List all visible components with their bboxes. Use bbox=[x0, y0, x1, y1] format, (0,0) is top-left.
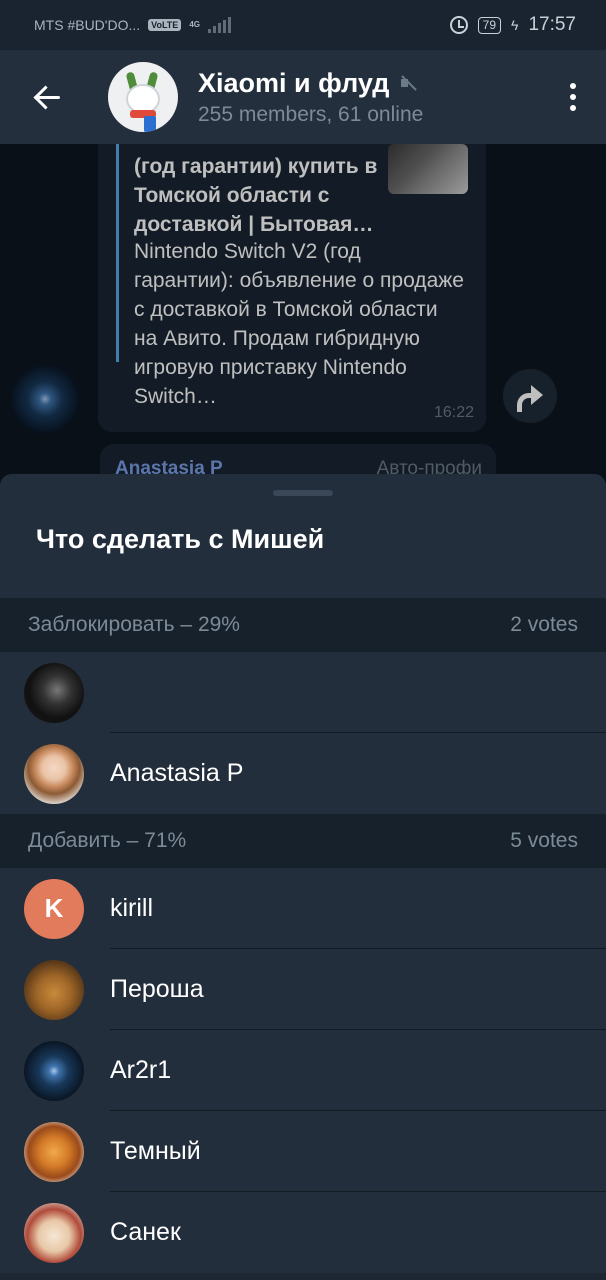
poll-option-votes: 2 votes bbox=[510, 613, 578, 636]
poll-option-header: Добавить – 71% 5 votes bbox=[0, 814, 606, 868]
carrier-label: MTS #BUD'DO... bbox=[34, 17, 141, 33]
voter-row[interactable]: K kirill bbox=[0, 868, 606, 949]
voter-name: kirill bbox=[110, 894, 154, 922]
chat-title: Xiaomi и флуд bbox=[198, 67, 390, 98]
status-bar: MTS #BUD'DO... VoLTE 4G 79 ϟ 17:57 bbox=[0, 0, 606, 50]
signal-icon bbox=[207, 17, 231, 33]
avatar bbox=[24, 743, 84, 804]
poll-option-label: Добавить – 71% bbox=[28, 829, 187, 852]
charging-icon: ϟ bbox=[511, 17, 519, 33]
poll-title: Что сделать с Мишей bbox=[36, 524, 325, 554]
voter-name: Санек bbox=[110, 1218, 181, 1246]
voter-row[interactable]: Anastasia P bbox=[0, 733, 606, 814]
avatar: K bbox=[24, 878, 84, 939]
voter-row[interactable]: Санек bbox=[0, 1192, 606, 1273]
avatar bbox=[24, 959, 84, 1020]
voter-row[interactable]: Пероша bbox=[0, 949, 606, 1030]
back-arrow-icon bbox=[34, 84, 60, 110]
voter-name: Ar2r1 bbox=[110, 1056, 172, 1084]
alarm-icon bbox=[449, 16, 468, 34]
avatar bbox=[24, 662, 84, 723]
volte-badge: VoLTE bbox=[148, 19, 182, 31]
voter-row[interactable]: Темный bbox=[0, 1111, 606, 1192]
group-avatar[interactable] bbox=[108, 62, 178, 132]
avatar bbox=[24, 1040, 84, 1101]
more-menu-button[interactable] bbox=[540, 50, 606, 144]
chat-subtitle: 255 members, 61 online bbox=[198, 102, 424, 126]
poll-option-label: Заблокировать – 29% bbox=[28, 613, 240, 636]
battery-level: 79 bbox=[477, 16, 502, 34]
poll-option-votes: 5 votes bbox=[510, 829, 578, 852]
back-button[interactable] bbox=[0, 50, 94, 144]
voter-row[interactable]: Ar2r1 bbox=[0, 1030, 606, 1111]
clock: 17:57 bbox=[528, 14, 576, 35]
avatar bbox=[24, 1121, 84, 1182]
poll-results-sheet: Что сделать с Мишей Заблокировать – 29% … bbox=[0, 474, 606, 1280]
chat-header: Xiaomi и флуд 255 members, 61 online bbox=[0, 50, 606, 144]
voter-name: Пероша bbox=[110, 975, 204, 1003]
muted-icon bbox=[399, 74, 417, 92]
voter-name: Anastasia P bbox=[110, 759, 244, 787]
network-type: 4G bbox=[189, 20, 200, 29]
chat-info[interactable]: Xiaomi и флуд 255 members, 61 online bbox=[198, 68, 540, 127]
poll-option-header: Заблокировать – 29% 2 votes bbox=[0, 598, 606, 652]
avatar bbox=[24, 1202, 84, 1263]
chat-dim-overlay bbox=[0, 144, 606, 484]
chat-area[interactable]: (год гарантии) купить в Томской области … bbox=[0, 144, 606, 484]
voter-row[interactable] bbox=[0, 652, 606, 733]
voter-name: Темный bbox=[110, 1137, 201, 1165]
sheet-drag-handle[interactable] bbox=[273, 490, 333, 496]
